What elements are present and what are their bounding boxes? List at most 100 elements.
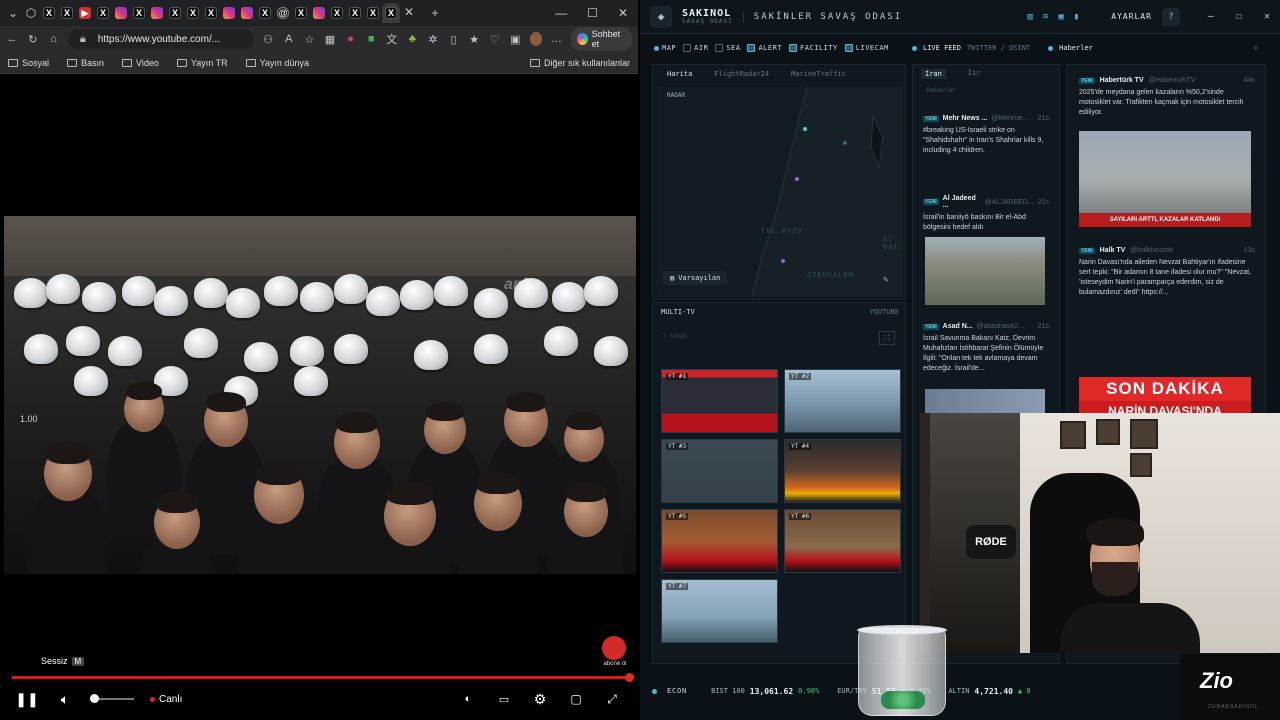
browser-tab[interactable]: X: [166, 3, 184, 23]
feed-item[interactable]: YENİ Al Jadeed ... @ALJADEED... 21s İsrail'i…: [923, 195, 1049, 233]
feed-tab[interactable]: İran: [921, 69, 946, 79]
favorite-star-icon[interactable]: ☆: [303, 33, 316, 46]
map-icon[interactable]: ▥: [1028, 12, 1033, 22]
tv-tile[interactable]: YT #7: [661, 579, 778, 643]
tv-tile[interactable]: YT #5: [661, 509, 778, 573]
news-close-icon[interactable]: ✕: [1254, 44, 1258, 52]
browser-tab[interactable]: X: [40, 3, 58, 23]
layer-toggle-air[interactable]: AIR: [683, 44, 708, 52]
autoplay-toggle-icon[interactable]: ◐: [457, 693, 479, 705]
browser-tab[interactable]: X: [94, 3, 112, 23]
browser-tab[interactable]: ▶: [76, 3, 94, 23]
tv-icon[interactable]: ▣: [1058, 12, 1063, 22]
copilot-button[interactable]: Sohbet et: [570, 27, 632, 51]
subtitles-icon[interactable]: ▭: [493, 693, 515, 706]
tv-tile[interactable]: YT #1: [661, 369, 778, 433]
workspaces-icon[interactable]: ⬡: [22, 4, 40, 22]
browser-tab[interactable]: X: [382, 3, 400, 23]
browser-tab[interactable]: [310, 3, 328, 23]
live-indicator[interactable]: Canlı: [150, 694, 182, 705]
map-marker[interactable]: [803, 127, 807, 131]
tab-actions-icon[interactable]: ⌄: [4, 4, 22, 22]
map-tab-marinetraffic[interactable]: MarineTraffic: [791, 70, 846, 78]
feed-tab[interactable]: İsr: [968, 69, 981, 79]
settings-button[interactable]: AYARLAR: [1111, 12, 1152, 21]
collections-icon[interactable]: ▣: [509, 33, 522, 46]
layer-toggle-sea[interactable]: SEA: [715, 44, 740, 52]
close-icon[interactable]: ✕: [1264, 11, 1270, 22]
map-reset-button[interactable]: ▥ Varsayılan: [663, 271, 728, 285]
browser-tab[interactable]: @: [274, 3, 292, 23]
layer-toggle-livecam[interactable]: LIVECAM: [844, 44, 889, 52]
extension-red-icon[interactable]: ●: [344, 33, 357, 45]
extensions-puzzle-icon[interactable]: ✲: [427, 33, 440, 46]
map-marker[interactable]: [843, 141, 847, 145]
expand-icon[interactable]: ⛶: [879, 331, 895, 345]
feed-item[interactable]: YENİ Mehr News ... @Mehrne... 21s #breaking …: [923, 115, 1049, 156]
layer-checkbox[interactable]: [789, 44, 798, 52]
tv-tile[interactable]: YT #6: [784, 509, 901, 573]
site-info-icon[interactable]: ⚇: [262, 33, 275, 46]
settings-gear-icon[interactable]: ⚙: [529, 691, 551, 708]
tv-tile[interactable]: YT #2: [784, 369, 901, 433]
news-item[interactable]: YENİ Habertürk TV @HaberturkTV 44s 2025'de m…: [1079, 77, 1255, 118]
layer-checkbox[interactable]: [715, 44, 724, 52]
map-edit-icon[interactable]: ✎: [883, 275, 888, 285]
browser-tab[interactable]: [112, 3, 130, 23]
layer-checkbox[interactable]: [844, 44, 853, 52]
maximize-icon[interactable]: ☐: [1236, 11, 1242, 22]
extension-icon[interactable]: ▦: [324, 33, 337, 46]
feed-icon[interactable]: ≋: [1043, 12, 1048, 22]
feed-item[interactable]: YENİ Asad N... @asadnasir2... 21s İsrail Sav…: [923, 323, 1049, 375]
map-marker[interactable]: [795, 177, 799, 181]
map-marker[interactable]: [781, 259, 785, 263]
browser-tab[interactable]: X: [130, 3, 148, 23]
browser-tab[interactable]: X: [364, 3, 382, 23]
reload-icon[interactable]: ↻: [27, 33, 40, 46]
map-tab-harita[interactable]: Harita: [667, 70, 692, 78]
browser-tab[interactable]: X: [346, 3, 364, 23]
theater-mode-icon[interactable]: ▢: [565, 692, 587, 706]
extension-leaf-icon[interactable]: ♣: [406, 33, 419, 45]
tv-tile[interactable]: YT #3: [661, 439, 778, 503]
bookmark-folder[interactable]: Yayın TR: [176, 58, 228, 68]
news-item[interactable]: YENİ Halk TV @halktvcomtr 13s Narin Davası'n…: [1079, 247, 1255, 299]
tv-tile[interactable]: YT #4: [784, 439, 901, 503]
progress-bar[interactable]: [12, 673, 634, 682]
video-player[interactable]: anka 1.00 abone ol Sessiz M ❚❚ 🔈︎ Canlı …: [2, 76, 637, 716]
minimize-icon[interactable]: —: [555, 6, 567, 20]
browser-tab[interactable]: X: [256, 3, 274, 23]
split-screen-icon[interactable]: ▯: [447, 33, 460, 46]
volume-slider[interactable]: [90, 694, 134, 703]
close-tab-icon[interactable]: ✕: [400, 3, 418, 21]
url-field[interactable]: 🔒︎ https://www.youtube.com/...: [67, 29, 254, 49]
more-icon[interactable]: …: [550, 33, 563, 45]
pause-icon[interactable]: ❚❚: [15, 691, 38, 708]
favorites-icon[interactable]: ★: [468, 33, 481, 46]
maximize-icon[interactable]: ☐: [587, 6, 598, 20]
fullscreen-icon[interactable]: ⤢: [601, 692, 623, 707]
bookmark-folder[interactable]: Basın: [67, 58, 104, 68]
layer-toggle-facility[interactable]: FACILITY: [789, 44, 838, 52]
muted-speaker-icon[interactable]: 🔈︎: [54, 691, 76, 708]
bookmark-other-favorites[interactable]: Diğer sık kullanılanlar: [529, 58, 630, 68]
volume-knob[interactable]: [90, 694, 99, 703]
close-icon[interactable]: ✕: [618, 6, 628, 20]
stats-icon[interactable]: ▮: [1074, 12, 1079, 22]
map-tab-flightradar24[interactable]: FlightRadar24: [714, 70, 769, 78]
minimize-icon[interactable]: —: [1208, 11, 1214, 22]
browser-tab[interactable]: X: [58, 3, 76, 23]
browser-essentials-icon[interactable]: ♡: [488, 33, 501, 46]
browser-tab[interactable]: X: [202, 3, 220, 23]
layer-checkbox[interactable]: [683, 44, 692, 52]
back-icon[interactable]: ←: [6, 33, 19, 45]
browser-tab[interactable]: X: [184, 3, 202, 23]
progress-scrubber[interactable]: [625, 673, 634, 682]
bookmark-folder[interactable]: Video: [122, 58, 159, 68]
browser-tab[interactable]: [238, 3, 256, 23]
profile-avatar[interactable]: [529, 32, 543, 46]
radar-map[interactable]: RADAR TEL AVIV JERUSALEM Al Bat ▥ Varsay…: [657, 87, 903, 297]
browser-tab[interactable]: [148, 3, 166, 23]
browser-tab[interactable]: X: [292, 3, 310, 23]
layer-toggle-map[interactable]: MAP: [654, 44, 676, 52]
